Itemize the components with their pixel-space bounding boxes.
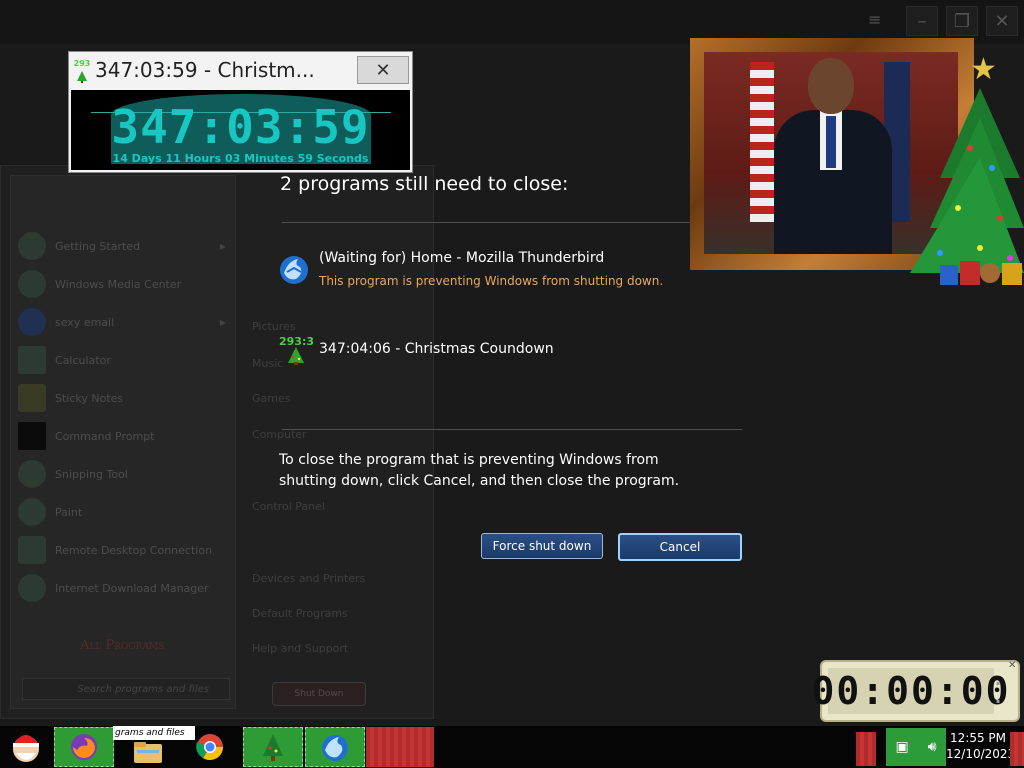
countdown-big-time: 347:03:59 — [111, 100, 370, 154]
paint-icon — [18, 498, 46, 526]
person-tie — [826, 116, 836, 168]
us-flag — [750, 62, 774, 222]
terminal-icon — [18, 422, 46, 450]
firefox-icon — [71, 734, 97, 760]
start-item-paint[interactable]: Paint — [18, 498, 238, 526]
widget-start-control[interactable]: ▪ — [996, 680, 1000, 687]
gifts-decoration — [940, 261, 1022, 285]
restore-button[interactable]: ❐ — [946, 6, 978, 36]
start-item-remote-desktop[interactable]: Remote Desktop Connection — [18, 536, 238, 564]
widget-reset-control[interactable]: ▪ — [996, 698, 1000, 705]
christmas-tree-icon — [263, 734, 283, 761]
chrome-icon — [196, 734, 224, 761]
getting-started-icon — [18, 232, 46, 260]
start-right-default-programs[interactable]: Default Programs — [252, 607, 348, 620]
scissors-icon — [18, 460, 46, 488]
force-shutdown-button[interactable]: Force shut down — [481, 533, 603, 559]
shutdown-dialog-title: 2 programs still need to close: — [280, 173, 569, 195]
chevron-right-icon: ▶ — [219, 317, 226, 327]
menu-icon[interactable]: ≡ — [868, 10, 881, 29]
start-button[interactable] — [2, 727, 50, 767]
start-right-control-panel[interactable]: Control Panel — [252, 500, 325, 513]
all-programs-link[interactable]: All Programs — [80, 638, 164, 653]
start-item-calculator[interactable]: Calculator — [18, 346, 238, 374]
start-item-idm[interactable]: Internet Download Manager — [18, 574, 238, 602]
thunderbird-icon — [322, 735, 348, 761]
cancel-button[interactable]: Cancel — [618, 533, 742, 561]
start-item-snipping-tool[interactable]: Snipping Tool — [18, 460, 238, 488]
folder-icon — [134, 742, 162, 763]
taskbar-firefox[interactable] — [54, 727, 114, 767]
countdown-detail: 14 Days 11 Hours 03 Minutes 59 Seconds — [112, 152, 369, 165]
countdown-window-title: 347:03:59 - Christm... — [95, 58, 315, 82]
close-button[interactable]: ✕ — [986, 6, 1018, 36]
remote-desktop-icon — [18, 536, 46, 564]
start-right-games[interactable]: Games — [252, 392, 290, 405]
start-item-email[interactable]: sexy email ▶ — [18, 308, 238, 336]
taskbar-chrome[interactable] — [182, 727, 238, 767]
program-name-countdown: 347:04:06 - Christmas Coundown — [319, 341, 554, 357]
dialog-separator-2 — [282, 429, 742, 430]
christmas-tree-decoration — [910, 88, 1024, 273]
start-item-getting-started[interactable]: Getting Started ▶ — [18, 232, 238, 260]
christmas-countdown-icon: 293:3 — [279, 336, 314, 366]
taskbar-explorer[interactable] — [118, 738, 178, 766]
start-right-pictures[interactable]: Pictures — [252, 320, 296, 333]
minimize-button[interactable]: – — [906, 6, 938, 36]
clock-date: 12/10/2023 — [946, 747, 1016, 761]
network-icon[interactable]: ▣ — [895, 739, 908, 755]
santa-icon — [13, 735, 39, 762]
start-item-command-prompt[interactable]: Command Prompt — [18, 422, 238, 450]
star-icon: ★ — [970, 52, 997, 87]
sticky-notes-icon — [18, 384, 46, 412]
start-shutdown-button[interactable]: Shut Down — [272, 682, 366, 706]
person-head — [808, 58, 854, 114]
widget-close-icon[interactable]: ✕ — [1008, 660, 1016, 671]
volume-icon[interactable]: 🔊︎ — [928, 739, 937, 755]
thunderbird-icon — [18, 308, 46, 336]
start-item-sticky-notes[interactable]: Sticky Notes — [18, 384, 238, 412]
thunderbird-icon — [278, 253, 310, 285]
tray-red-tile[interactable] — [856, 732, 876, 766]
shutdown-message: To close the program that is preventing … — [279, 452, 680, 489]
chevron-right-icon: ▶ — [219, 241, 226, 251]
start-search-input[interactable]: Search programs and files — [22, 678, 230, 700]
taskbar-empty-slot[interactable] — [366, 727, 434, 767]
program-status-thunderbird: This program is preventing Windows from … — [319, 274, 664, 288]
digital-clock-widget: 00:00:00 ✕ ▪ ▪ — [811, 660, 1020, 722]
start-right-devices[interactable]: Devices and Printers — [252, 572, 365, 585]
start-right-help[interactable]: Help and Support — [252, 642, 348, 655]
system-tray: ▣ 🔊︎ — [886, 728, 946, 766]
taskbar-thunderbird[interactable] — [305, 727, 365, 767]
show-desktop-button[interactable] — [1010, 732, 1024, 766]
christmas-tree-icon: 293 — [72, 60, 92, 87]
start-item-media-center[interactable]: Windows Media Center — [18, 270, 238, 298]
close-icon: ✕ — [375, 59, 391, 81]
countdown-display: 347:03:59 14 Days 11 Hours 03 Minutes 59… — [71, 90, 410, 170]
clock-digits: 00:00:00 — [811, 668, 1011, 714]
program-name-thunderbird: (Waiting for) Home - Mozilla Thunderbird — [319, 250, 605, 266]
dialog-separator — [282, 222, 690, 223]
clock-time: 12:55 PM — [950, 731, 1006, 745]
taskbar-christmas-countdown[interactable] — [243, 727, 303, 767]
download-manager-icon — [18, 574, 46, 602]
media-center-icon — [18, 270, 46, 298]
countdown-close-button[interactable]: ✕ — [357, 56, 409, 84]
taskbar-clock[interactable]: 12:55 PM 12/10/2023 — [946, 730, 1016, 762]
calculator-icon — [18, 346, 46, 374]
countdown-window: 293 347:03:59 - Christm... ✕ 347:03:59 1… — [68, 51, 413, 173]
